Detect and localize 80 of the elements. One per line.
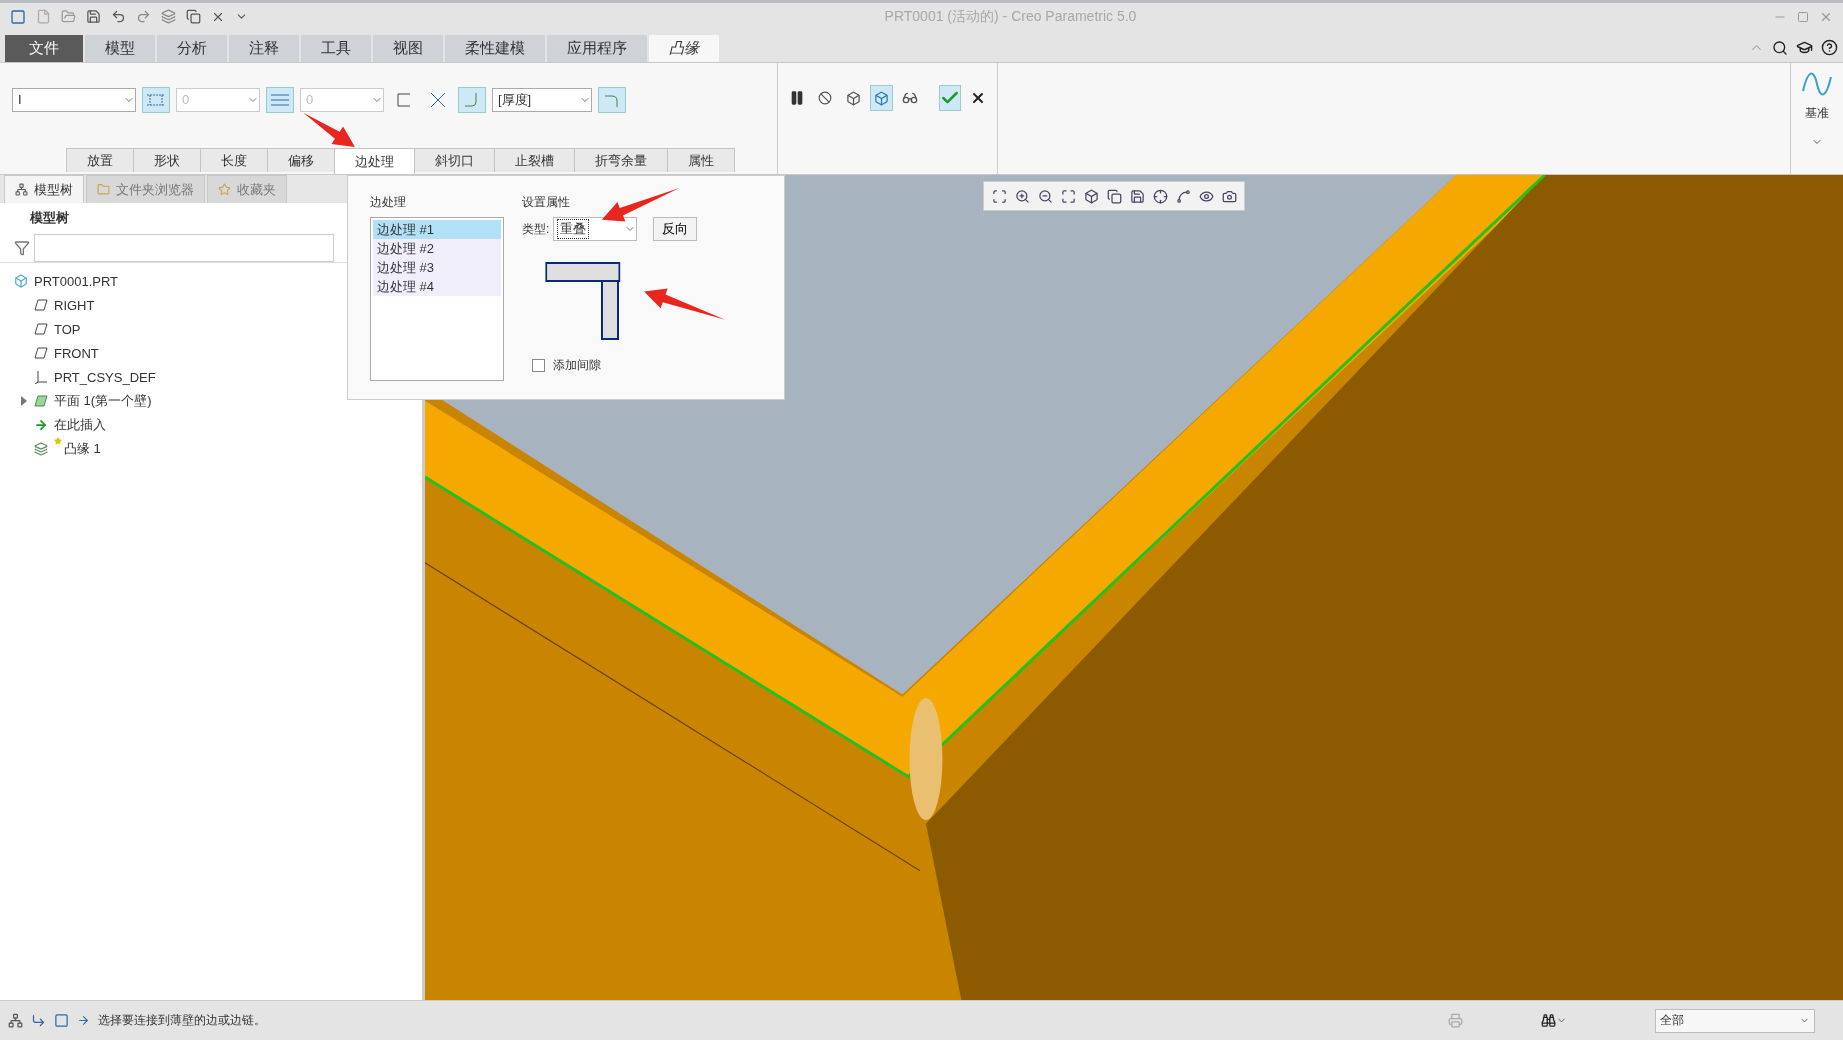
status-message: 选择要连接到薄壁的边或边链。 bbox=[98, 1012, 266, 1029]
tree-icon bbox=[15, 183, 28, 196]
ribbon-tab[interactable]: 分析 bbox=[157, 35, 227, 62]
filter-icon[interactable] bbox=[14, 239, 30, 256]
list-heading: 边处理 bbox=[370, 194, 407, 211]
thickness-field[interactable]: [厚度] bbox=[492, 87, 592, 112]
arrow-icon bbox=[77, 1014, 90, 1027]
type-dropdown[interactable]: 重叠 bbox=[553, 217, 638, 241]
expand-arrow-icon[interactable] bbox=[20, 396, 28, 406]
verify-icon[interactable] bbox=[870, 85, 893, 111]
panel-tab[interactable]: 属性 bbox=[667, 148, 735, 172]
ribbon-tab[interactable]: 柔性建模 bbox=[445, 35, 545, 62]
windows-icon[interactable] bbox=[186, 9, 201, 24]
section-heading: 设置属性 bbox=[522, 194, 571, 211]
tree-item[interactable]: PRT_CSYS_DEF bbox=[54, 369, 156, 385]
annotation-arrow bbox=[303, 112, 355, 147]
search-field[interactable] bbox=[34, 233, 334, 262]
maximize-icon[interactable] bbox=[1797, 10, 1809, 23]
panel-tab[interactable]: 偏移 bbox=[267, 148, 335, 172]
axes-icon bbox=[34, 370, 48, 384]
panel-tab[interactable]: 模型树 bbox=[4, 175, 84, 203]
list-item[interactable]: 边处理 #4 bbox=[373, 277, 501, 296]
ribbon-tab[interactable]: 凸缘 bbox=[649, 35, 719, 62]
ribbon-tab[interactable]: 模型 bbox=[85, 35, 155, 62]
plane-icon bbox=[34, 347, 48, 359]
height-option-icon[interactable] bbox=[142, 86, 170, 113]
panel-tab[interactable]: 折弯余量 bbox=[574, 148, 668, 172]
shape-field[interactable]: I bbox=[12, 87, 136, 112]
panel-tab[interactable]: 边处理 bbox=[334, 148, 415, 174]
ribbon-tab[interactable]: 工具 bbox=[301, 35, 371, 62]
plane-icon bbox=[34, 395, 48, 407]
checkbox[interactable] bbox=[532, 359, 545, 372]
square-icon[interactable] bbox=[54, 1013, 69, 1028]
panel-tab[interactable]: 长度 bbox=[200, 148, 268, 172]
list-item[interactable]: 边处理 #1 bbox=[373, 220, 501, 239]
filter-dropdown[interactable]: 全部 bbox=[1655, 1008, 1815, 1033]
redo-icon[interactable] bbox=[136, 9, 151, 24]
tree-item[interactable]: TOP bbox=[54, 321, 81, 337]
ribbon-tab[interactable]: 视图 bbox=[373, 35, 443, 62]
app-icon[interactable] bbox=[10, 8, 26, 25]
plane-icon bbox=[34, 323, 48, 335]
tree-item[interactable]: FRONT bbox=[54, 345, 99, 361]
ribbon-tab[interactable]: 文件 bbox=[5, 35, 83, 62]
panel-tab[interactable]: 斜切口 bbox=[414, 148, 495, 172]
list-item[interactable]: 边处理 #3 bbox=[373, 258, 501, 277]
panel-tab[interactable]: 止裂槽 bbox=[494, 148, 575, 172]
confirm-icon[interactable] bbox=[938, 85, 961, 111]
tree-item[interactable]: PRT0001.PRT bbox=[34, 273, 119, 289]
tree-item[interactable]: RIGHT bbox=[54, 297, 95, 313]
field-label: 类型: bbox=[522, 220, 550, 238]
save-icon[interactable] bbox=[86, 9, 101, 24]
group-label: 基准 bbox=[1805, 105, 1829, 122]
ribbon-tab[interactable]: 应用程序 bbox=[547, 35, 647, 62]
window-title: PRT0001 (活动的) - Creo Parametric 5.0 bbox=[883, 7, 1138, 26]
plane-icon bbox=[34, 299, 48, 311]
tree-item[interactable]: 凸缘 1 bbox=[64, 440, 101, 458]
graduation-cap-icon[interactable] bbox=[1796, 39, 1813, 56]
binoculars-icon[interactable] bbox=[1541, 1013, 1567, 1028]
panel-heading: 模型树 bbox=[30, 209, 69, 227]
help-icon[interactable] bbox=[1821, 39, 1838, 56]
star-folder-icon bbox=[218, 183, 231, 196]
checkbox-label: 添加间隙 bbox=[553, 357, 601, 374]
folder-icon bbox=[97, 183, 110, 196]
search-icon[interactable] bbox=[1772, 39, 1788, 56]
flip-button[interactable]: 反向 bbox=[653, 217, 698, 241]
cube-icon bbox=[14, 274, 28, 288]
panel-tab[interactable]: 形状 bbox=[133, 148, 201, 172]
open-icon[interactable] bbox=[61, 9, 76, 24]
ribbon-tab[interactable]: 注释 bbox=[229, 35, 299, 62]
tree-item[interactable]: 平面 1(第一个壁) bbox=[54, 392, 152, 410]
tree-icon[interactable] bbox=[8, 1013, 23, 1028]
panel-tab[interactable]: 放置 bbox=[66, 148, 134, 172]
arrow-icon bbox=[34, 418, 48, 432]
link-icon[interactable] bbox=[31, 1013, 46, 1028]
list-item[interactable]: 边处理 #2 bbox=[373, 239, 501, 258]
undo-icon[interactable] bbox=[111, 9, 126, 24]
sheet-feature-icon bbox=[34, 442, 48, 456]
datum-curve-icon[interactable] bbox=[1800, 69, 1834, 99]
tree-item[interactable]: 在此插入 bbox=[54, 416, 106, 434]
offset-option-icon[interactable] bbox=[266, 86, 294, 113]
